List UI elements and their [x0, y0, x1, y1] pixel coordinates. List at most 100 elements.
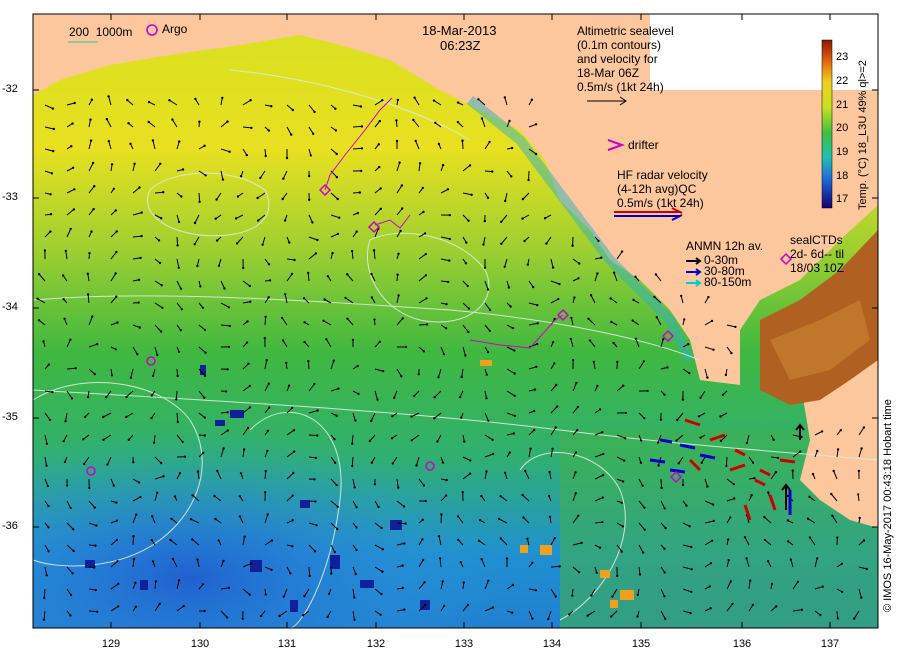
velocity-arrow-head: [129, 142, 132, 145]
velocity-arrow: [351, 456, 354, 467]
velocity-arrow-head: [135, 513, 138, 516]
velocity-arrow-head: [634, 337, 638, 340]
velocity-arrow-head: [401, 207, 404, 210]
velocity-arrow-head: [353, 618, 356, 622]
velocity-arrow-head: [92, 207, 95, 211]
velocity-arrow-head: [221, 178, 225, 181]
velocity-arrow-head: [721, 393, 724, 397]
velocity-arrow-head: [503, 265, 506, 268]
velocity-arrow-head: [162, 191, 165, 194]
velocity-arrow-head: [624, 437, 627, 440]
velocity-arrow-head: [43, 596, 46, 600]
velocity-arrow-head: [236, 195, 240, 198]
velocity-arrow-head: [308, 198, 311, 201]
argo-legend-label: Argo: [162, 22, 188, 36]
velocity-arrow-head: [117, 582, 120, 585]
velocity-arrow-head: [858, 516, 861, 520]
velocity-arrow-head: [189, 518, 193, 521]
velocity-arrow-head: [289, 572, 292, 575]
velocity-arrow-head: [48, 418, 52, 422]
velocity-arrow-head: [865, 567, 868, 571]
velocity-arrow-head: [308, 574, 311, 578]
velocity-arrow-head: [256, 219, 260, 222]
velocity-arrow: [660, 478, 663, 488]
velocity-arrow-head: [311, 221, 314, 224]
velocity-arrow-head: [312, 132, 315, 135]
velocity-arrow-head: [314, 456, 318, 460]
velocity-arrow-head: [467, 307, 471, 310]
velocity-arrow-head: [132, 557, 136, 561]
velocity-arrow-head: [403, 608, 406, 611]
velocity-arrow-head: [302, 614, 305, 617]
velocity-arrow-head: [530, 98, 534, 101]
velocity-arrow-head: [350, 249, 354, 253]
velocity-arrow-head: [621, 525, 625, 528]
velocity-arrow-head: [468, 472, 472, 475]
velocity-arrow-head: [663, 571, 666, 574]
velocity-arrow-head: [336, 505, 339, 508]
velocity-arrow-head: [291, 494, 294, 497]
velocity-arrow-head: [533, 388, 537, 391]
velocity-arrow-head: [568, 613, 571, 616]
velocity-arrow-head: [62, 298, 65, 301]
velocity-arrow-head: [137, 481, 141, 484]
velocity-arrow-head: [151, 374, 155, 378]
velocity-arrow-head: [706, 485, 709, 488]
velocity-arrow-head: [147, 120, 150, 124]
velocity-arrow-head: [178, 140, 181, 143]
velocity-arrow-head: [322, 319, 325, 322]
velocity-arrow-head: [180, 195, 183, 198]
velocity-arrow-head: [132, 535, 135, 538]
velocity-arrow-head: [89, 118, 92, 121]
colorbar-tick-20: 20: [836, 122, 849, 134]
velocity-arrow-head: [139, 256, 142, 260]
velocity-arrow-head: [465, 241, 468, 244]
velocity-arrow-head: [577, 514, 580, 517]
velocity-arrow-head: [745, 557, 748, 560]
velocity-arrow-head: [767, 491, 770, 494]
velocity-arrow-head: [307, 174, 311, 178]
velocity-arrow-head: [203, 396, 206, 399]
velocity-arrow-head: [351, 338, 355, 342]
velocity-arrow-head: [71, 166, 75, 169]
velocity-arrow-head: [150, 394, 153, 397]
velocity-arrow-head: [72, 208, 76, 211]
velocity-arrow-head: [437, 535, 441, 538]
velocity-arrow-head: [239, 175, 243, 178]
velocity-arrow-head: [83, 462, 86, 466]
velocity-arrow-head: [488, 308, 492, 312]
velocity-arrow-head: [643, 506, 646, 509]
velocity-arrow-head: [423, 232, 427, 235]
colorbar-tick-22: 22: [836, 75, 849, 87]
velocity-arrow-head: [508, 451, 511, 454]
velocity-arrow: [176, 236, 179, 246]
velocity-arrow-head: [610, 320, 613, 324]
velocity-arrow-head: [751, 603, 755, 607]
velocity-arrow-head: [598, 546, 602, 549]
velocity-arrow-head: [402, 505, 406, 508]
velocity-arrow-head: [753, 477, 756, 480]
velocity-arrow-head: [256, 196, 259, 200]
velocity-arrow-head: [93, 185, 96, 188]
velocity-arrow-head: [491, 438, 494, 441]
velocity-arrow-head: [332, 359, 335, 362]
velocity-arrow-head: [422, 484, 426, 487]
velocity-arrow-head: [800, 608, 804, 611]
velocity-arrow-head: [134, 581, 137, 584]
velocity-arrow-head: [553, 362, 556, 365]
velocity-arrow-head: [358, 191, 361, 194]
velocity-arrow-head: [616, 574, 619, 578]
velocity-arrow-head: [524, 469, 527, 473]
velocity-arrow-head: [511, 326, 515, 330]
velocity-arrow-head: [401, 317, 404, 320]
colorbar-tick-18: 18: [836, 170, 849, 182]
velocity-arrow-head: [370, 296, 374, 299]
velocity-arrow-head: [307, 271, 310, 275]
velocity-arrow-head: [228, 324, 231, 328]
velocity-arrow-head: [706, 376, 709, 379]
lon-tick-134: 134: [542, 638, 562, 650]
velocity-arrow-head: [140, 234, 143, 238]
velocity-arrow: [66, 367, 76, 370]
velocity-arrow-head: [138, 326, 141, 329]
velocity-arrow-head: [47, 504, 50, 508]
